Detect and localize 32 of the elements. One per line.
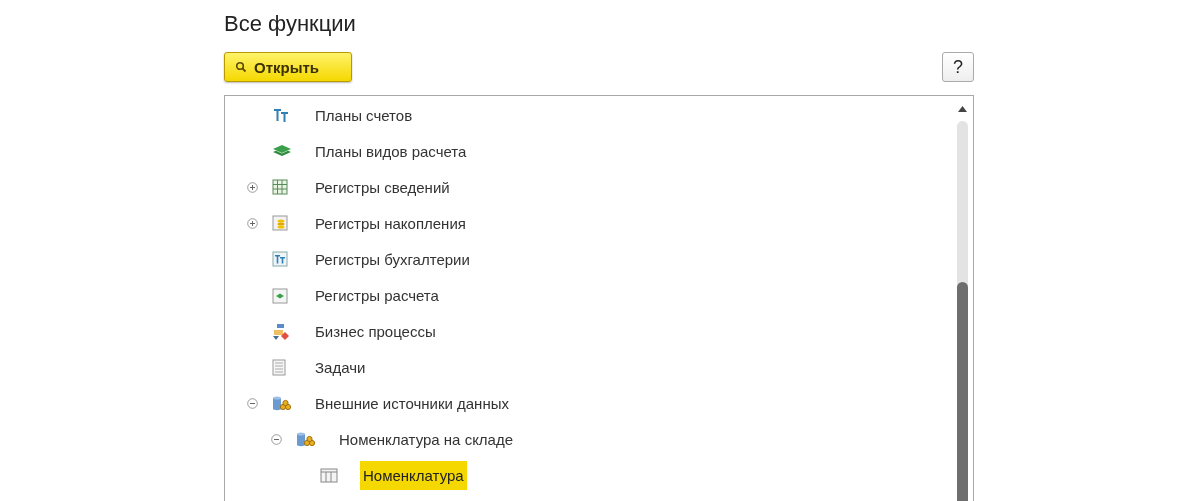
scroll-up-icon[interactable] — [957, 106, 967, 112]
flowchart-icon — [272, 322, 290, 341]
expand-icon[interactable] — [247, 217, 258, 229]
tree-item[interactable]: Регистры накопления — [312, 208, 469, 238]
database-icon — [272, 394, 292, 413]
document-icon — [272, 359, 286, 377]
coins-icon — [272, 215, 288, 232]
scrollbar-thumb[interactable] — [956, 282, 968, 501]
tree-item[interactable]: Номенклатура на складе — [336, 425, 517, 455]
layers-icon — [272, 144, 292, 159]
collapse-icon[interactable] — [247, 398, 258, 410]
tree-item[interactable]: Задачи — [312, 353, 369, 383]
letters-t-icon — [272, 107, 290, 124]
table-icon — [320, 468, 338, 484]
tree-item[interactable]: Планы видов расчета — [312, 136, 470, 166]
tree-item[interactable]: Бизнес процессы — [312, 317, 439, 347]
tree-item[interactable]: Номенклатура — [360, 461, 467, 491]
page-title: Все функции — [224, 10, 357, 38]
help-button[interactable]: ? — [942, 52, 974, 82]
expand-icon[interactable] — [247, 181, 258, 193]
tree-item[interactable]: Внешние источники данных — [312, 389, 512, 419]
open-button[interactable]: Открыть — [224, 52, 352, 82]
tree-item[interactable]: Планы счетов — [312, 100, 416, 130]
register-icon — [272, 287, 288, 304]
database-icon — [296, 430, 316, 449]
tree-item[interactable]: Регистры расчета — [312, 281, 442, 310]
ledger-icon — [272, 251, 288, 268]
table-grid-icon — [272, 179, 288, 196]
search-icon — [235, 61, 247, 73]
collapse-icon[interactable] — [271, 434, 282, 446]
tree-item[interactable]: Регистры сведений — [312, 172, 453, 202]
tree-item[interactable]: Регистры бухгалтерии — [312, 244, 473, 274]
